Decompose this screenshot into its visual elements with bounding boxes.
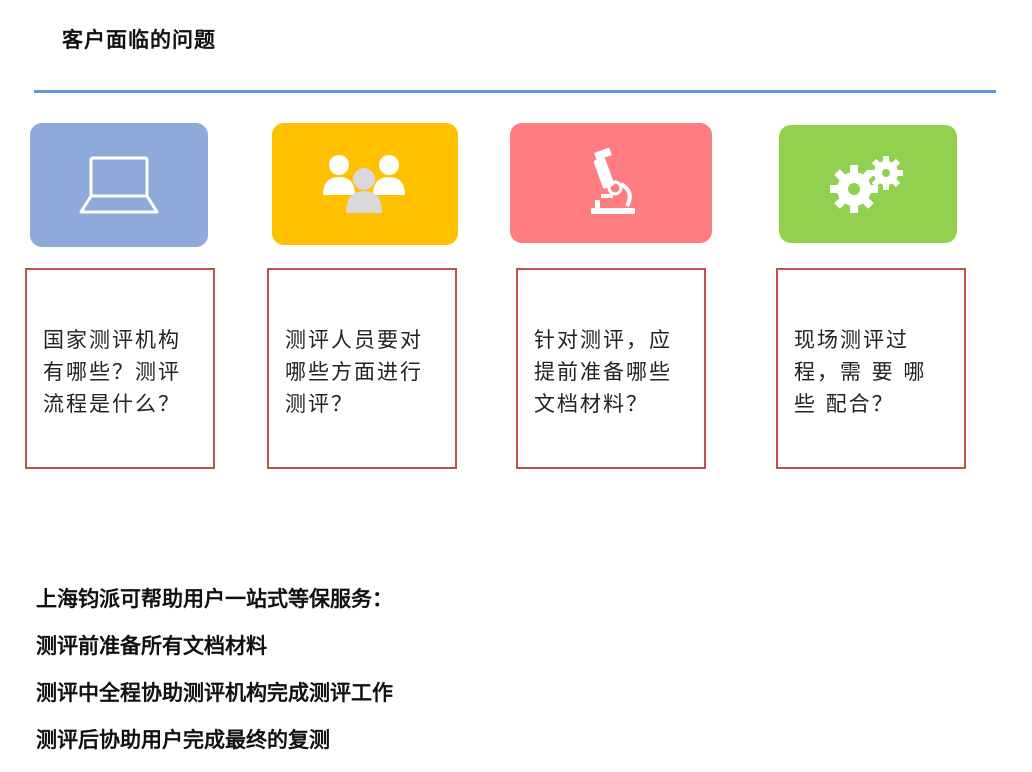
services-heading: 上海钧派可帮助用户一站式等保服务： — [36, 587, 393, 611]
card-3-tile — [510, 123, 712, 243]
card-4-question: 现场测评过程，需 要 哪 些 配合？ — [776, 268, 966, 469]
service-item: 测评中全程协助测评机构完成测评工作 — [36, 681, 393, 705]
microscope-icon — [591, 148, 635, 214]
gears-icon — [830, 156, 903, 213]
card-1-tile — [30, 123, 208, 247]
card-4-tile — [779, 125, 957, 243]
service-item: 测评前准备所有文档材料 — [36, 634, 267, 658]
page-title: 客户面临的问题 — [62, 28, 216, 52]
card-2-question: 测评人员要对哪些方面进行测评？ — [267, 268, 457, 469]
service-item: 测评后协助用户完成最终的复测 — [36, 728, 330, 752]
card-3-question: 针对测评，应提前准备哪些文档材料？ — [516, 268, 706, 469]
title-divider — [34, 90, 996, 93]
card-1-question: 国家测评机构有哪些？测评流程是什么？ — [25, 268, 215, 469]
card-2-tile — [272, 123, 458, 245]
services-section: 上海钧派可帮助用户一站式等保服务： 测评前准备所有文档材料 测评中全程协助测评机… — [36, 584, 393, 772]
laptop-icon — [79, 156, 159, 214]
people-icon — [323, 155, 405, 213]
